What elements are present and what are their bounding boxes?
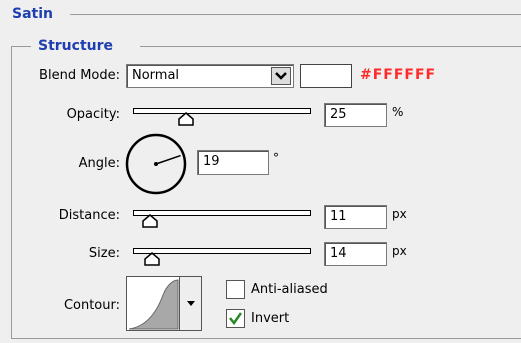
- opacity-slider-thumb[interactable]: [177, 112, 194, 126]
- structure-header-rule-right: [140, 46, 521, 47]
- size-slider-track[interactable]: [133, 248, 311, 254]
- angle-input[interactable]: 19: [197, 150, 269, 175]
- angle-unit: °: [273, 151, 279, 165]
- angle-label: Angle:: [78, 156, 120, 171]
- invert-checkbox[interactable]: [226, 309, 245, 328]
- distance-slider-track[interactable]: [133, 210, 311, 216]
- distance-label: Distance:: [58, 208, 120, 223]
- chevron-down-icon[interactable]: [179, 277, 201, 330]
- opacity-label: Opacity:: [66, 107, 120, 122]
- invert-label: Invert: [251, 311, 290, 326]
- satin-title: Satin: [8, 6, 57, 22]
- contour-picker[interactable]: [126, 276, 202, 331]
- structure-header-rule-left: [11, 46, 31, 47]
- distance-slider-thumb[interactable]: [142, 214, 158, 228]
- size-label: Size:: [88, 246, 120, 261]
- contour-label: Contour:: [63, 298, 120, 313]
- structure-title: Structure: [34, 38, 118, 54]
- contour-curve-icon: [128, 279, 179, 330]
- size-slider-thumb[interactable]: [143, 252, 160, 266]
- angle-dial[interactable]: [124, 132, 188, 196]
- chevron-down-icon[interactable]: [271, 67, 291, 85]
- blend-mode-select[interactable]: Normal: [126, 64, 294, 88]
- checkmark-icon: [229, 312, 243, 326]
- size-input[interactable]: 14: [324, 242, 387, 266]
- anti-aliased-label: Anti-aliased: [251, 282, 328, 297]
- size-unit: px: [392, 244, 407, 258]
- blend-mode-label: Blend Mode:: [39, 68, 120, 83]
- color-code-text: #FFFFFF: [360, 67, 437, 83]
- satin-header-rule: [70, 14, 521, 15]
- color-swatch[interactable]: [300, 64, 352, 88]
- distance-input[interactable]: 11: [324, 205, 387, 229]
- opacity-slider-track[interactable]: [133, 108, 311, 114]
- opacity-unit: %: [392, 105, 404, 119]
- opacity-input[interactable]: 25: [324, 103, 387, 127]
- distance-unit: px: [392, 207, 407, 221]
- anti-aliased-checkbox[interactable]: [226, 280, 245, 299]
- blend-mode-value: Normal: [132, 68, 180, 83]
